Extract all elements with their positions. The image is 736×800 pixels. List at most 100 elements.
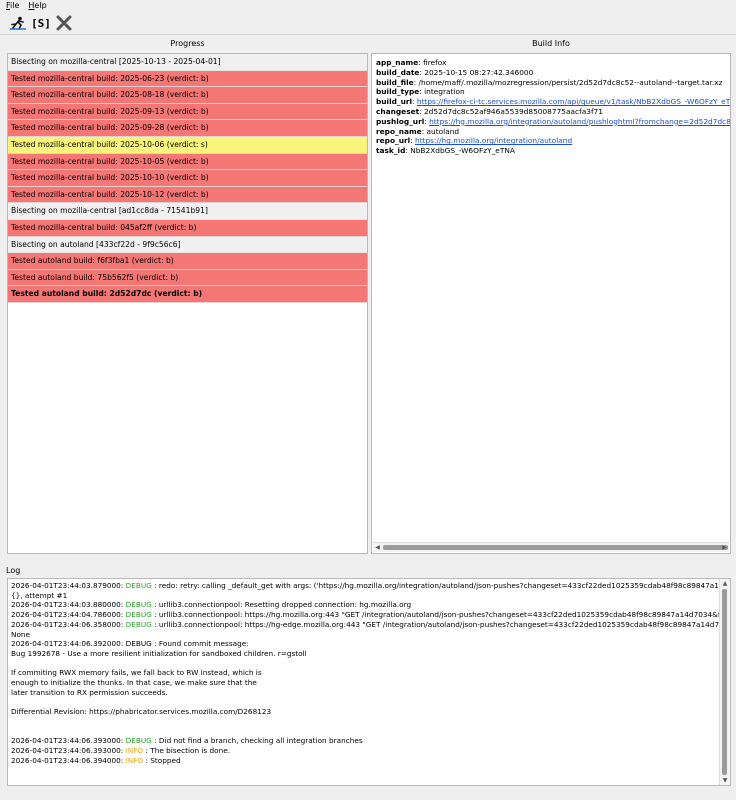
build-info-key: app_name — [376, 58, 419, 67]
log-line: later transition to RX permission succee… — [11, 688, 730, 698]
log-vscrollbar[interactable]: ▲ ▼ — [719, 579, 730, 785]
build-info-value: firefox — [423, 58, 447, 67]
build-info-row: build_type: integration — [376, 87, 730, 97]
skip-s-icon: [S] — [31, 16, 51, 30]
log-line: If commiting RWX memory fails, we fall b… — [11, 668, 730, 678]
scroll-left-icon[interactable]: ◀ — [373, 543, 382, 552]
log-prefix: If commiting RWX memory fails, we fall b… — [11, 668, 262, 678]
tested-build-row[interactable]: Tested autoland build: 75b562f5 (verdict… — [8, 269, 367, 287]
log-message: : urllib3.connectionpool: Resetting drop… — [151, 600, 412, 610]
log-prefix: {}, attempt #1 — [11, 590, 68, 600]
tested-build-row[interactable]: Tested mozilla-central build: 2025-10-12… — [8, 186, 367, 204]
tested-build-row[interactable]: Tested mozilla-central build: 2025-10-10… — [8, 170, 367, 187]
build-info-row: build_date: 2025-10-15 08:27:42.346000 — [376, 68, 730, 78]
close-x-icon — [56, 15, 72, 31]
progress-title: Progress — [170, 39, 205, 48]
build-info-row: build_file: /home/maff/.mozilla/mozregre… — [376, 78, 730, 88]
log-message: : urllib3.connectionpool: https://hg.moz… — [154, 610, 731, 620]
bisect-step-row[interactable]: Bisecting on mozilla-central [2025-10-13… — [8, 54, 367, 71]
menu-file[interactable]: File — [6, 1, 19, 10]
build-info-title: Build Info — [532, 39, 570, 48]
log-prefix: Bug 1992678 - Use a more resilient initi… — [11, 648, 307, 658]
log-line: 2026-04-01T23:44:06.393000: INFO : The b… — [11, 746, 730, 756]
scroll-up-icon[interactable]: ▲ — [720, 579, 730, 588]
build-info-link[interactable]: https://hg.mozilla.org/integration/autol… — [415, 136, 572, 145]
build-info-value: 2d52d7dc8c52af946a5539d85008775aacfa3f71 — [423, 106, 603, 116]
log-level: DEBUG — [125, 600, 152, 610]
log-line: 2026-04-01T23:44:03.879000: DEBUG : redo… — [11, 581, 730, 591]
build-info-key: task_id — [376, 146, 406, 156]
build-info-row: repo_url: https://hg.mozilla.org/integra… — [376, 136, 730, 146]
tested-build-row[interactable]: Tested mozilla-central build: 2025-10-05… — [8, 153, 367, 171]
tested-build-row[interactable]: Tested mozilla-central build: 2025-10-06… — [8, 136, 367, 154]
progress-list[interactable]: Bisecting on mozilla-central [2025-10-13… — [7, 53, 368, 554]
log-title: Log — [6, 566, 21, 575]
log-prefix: None — [11, 629, 31, 639]
build-info-row: repo_name: autoland — [376, 127, 730, 137]
build-info-key: build_url — [376, 97, 413, 107]
hscroll-thumb[interactable] — [383, 545, 728, 550]
skip-build-button[interactable]: [S] — [31, 14, 51, 32]
log-view[interactable]: 2026-04-01T23:44:03.879000: DEBUG : redo… — [7, 578, 731, 786]
log-prefix: 2026-04-01T23:44:06.393000: — [11, 745, 126, 755]
tested-build-row[interactable]: Tested mozilla-central build: 2025-08-18… — [8, 87, 367, 104]
log-line: 2026-04-01T23:44:06.393000: DEBUG : Did … — [11, 736, 730, 746]
tested-build-row[interactable]: Tested autoland build: 2d52d7dc (verdict… — [8, 286, 367, 303]
log-message: : Stopped — [143, 755, 181, 765]
build-info-key: build_date — [376, 67, 420, 77]
log-message: : urllib3.connectionpool: https://hg-edg… — [154, 619, 731, 629]
log-line: Bug 1992678 - Use a more resilient initi… — [11, 649, 730, 659]
build-info-panel[interactable]: app_name: firefox build_date: 2025-10-15 … — [371, 53, 731, 554]
log-line: 2026-04-01T23:44:06.358000: DEBUG : urll… — [11, 620, 730, 630]
vscroll-thumb[interactable] — [722, 589, 727, 775]
log-prefix: 2026-04-01T23:44:03.879000: — [11, 581, 126, 590]
tested-build-row[interactable]: Tested mozilla-central build: 045af2ff (… — [8, 219, 367, 237]
menu-help[interactable]: Help — [28, 1, 46, 10]
bisect-step-row[interactable]: Bisecting on autoland [433cf22d - 9f9c56… — [8, 236, 367, 254]
tested-build-row[interactable]: Tested mozilla-central build: 2025-09-13… — [8, 103, 367, 121]
build-info-row: changeset: 2d52d7dc8c52af946a5539d850087… — [376, 107, 730, 117]
log-level: DEBUG — [125, 581, 152, 590]
log-line: 2026-04-01T23:44:06.394000: INFO : Stopp… — [11, 756, 730, 766]
stop-button[interactable] — [54, 14, 74, 32]
scroll-right-icon[interactable]: ▶ — [720, 543, 729, 552]
log-message: : Did not find a branch, checking all in… — [151, 736, 363, 746]
log-level: INFO — [125, 755, 144, 765]
tested-build-row[interactable]: Tested autoland build: f6f3fba1 (verdict… — [8, 253, 367, 270]
log-prefix: Differential Revision: https://phabricat… — [11, 707, 272, 717]
log-line: 2026-04-01T23:44:06.392000: DEBUG : Foun… — [11, 639, 730, 649]
log-level: DEBUG — [125, 610, 152, 620]
build-info-value: NbB2XdbGS_-W6OFzY_eTNA — [410, 146, 515, 156]
run-bisection-button[interactable] — [8, 14, 28, 32]
build-info-row: task_id: NbB2XdbGS_-W6OFzY_eTNA — [376, 146, 730, 156]
build-info-value: autoland — [426, 126, 460, 136]
runner-icon — [10, 16, 26, 30]
build-info-value: /home/maff/.mozilla/mozregression/persis… — [418, 77, 723, 87]
log-line: Differential Revision: https://phabricat… — [11, 707, 730, 717]
bisect-step-row[interactable]: Bisecting on mozilla-central [ad1cc8da -… — [8, 203, 367, 220]
tested-build-row[interactable]: Tested mozilla-central build: 2025-09-28… — [8, 120, 367, 137]
build-info-hscrollbar[interactable]: ◀ ▶ — [373, 542, 729, 552]
log-line: enough to initialize the thunks. In that… — [11, 678, 730, 688]
log-prefix: 2026-04-01T23:44:06.358000: — [11, 619, 126, 629]
build-info-key: changeset — [376, 106, 420, 116]
build-info-value: integration — [424, 87, 465, 97]
build-info-row: build_url: https://firefox-ci-tc.service… — [376, 97, 730, 107]
menu-bar: File Help — [0, 0, 736, 11]
log-line: 2026-04-01T23:44:03.880000: DEBUG : urll… — [11, 600, 730, 610]
log-level: INFO — [125, 745, 144, 755]
tested-build-row[interactable]: Tested mozilla-central build: 2025-06-23… — [8, 70, 367, 88]
build-info-link[interactable]: https://hg.mozilla.org/integration/autol… — [429, 117, 730, 126]
log-prefix: enough to initialize the thunks. In that… — [11, 678, 257, 688]
build-info-link[interactable]: https://firefox-ci-tc.services.mozilla.c… — [417, 97, 730, 106]
scroll-down-icon[interactable]: ▼ — [720, 776, 730, 785]
log-prefix: later transition to RX permission succee… — [11, 687, 168, 697]
log-level: DEBUG — [125, 619, 152, 629]
log-line: 2026-04-01T23:44:04.786000: DEBUG : urll… — [11, 610, 730, 620]
log-prefix: 2026-04-01T23:44:06.393000: — [11, 736, 126, 746]
build-info-key: pushlog_url — [376, 116, 425, 126]
